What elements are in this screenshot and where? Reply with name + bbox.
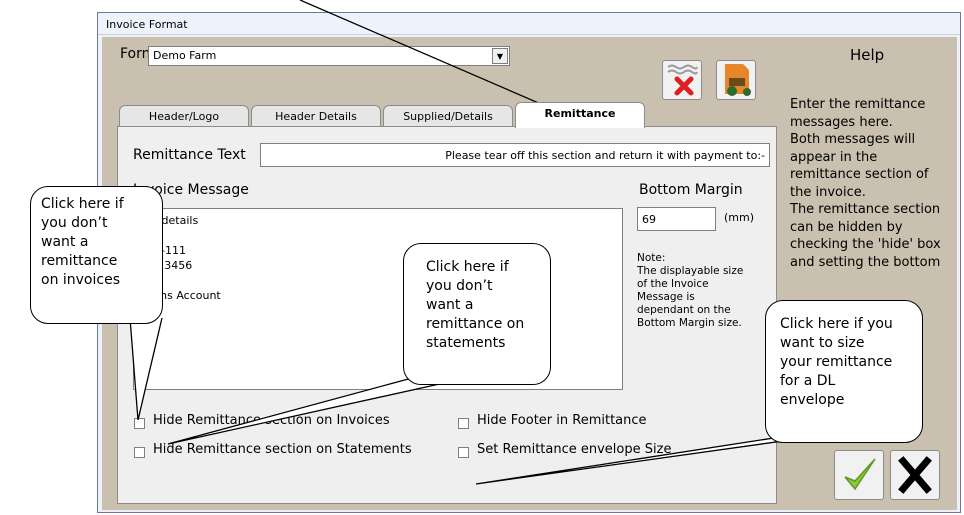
checkmark-icon [844,458,876,491]
hide-remittance-invoices-checkbox[interactable] [134,418,145,429]
help-line: appear in the [790,149,878,165]
hide-footer-remittance-checkbox[interactable] [458,418,469,429]
note-line: dependant on the [637,304,731,316]
callout-line: remittance on [426,316,525,332]
callout-hide-statements: Click here if you don’t want a remittanc… [403,243,551,385]
callout-line: want a [41,234,89,250]
note-line: of the Invoice [637,278,709,290]
hide-footer-remittance-label[interactable]: Hide Footer in Remittance [477,413,647,428]
callout-hide-invoices: Click here if you don’t want a remittanc… [30,186,163,324]
window-title: Invoice Format [98,13,960,35]
help-title: Help [850,46,885,64]
bottom-margin-input[interactable]: 69 [637,207,716,231]
note-line: Message is [637,291,695,303]
note-line: Bottom Margin size. [637,317,742,329]
set-envelope-size-label[interactable]: Set Remittance envelope Size [477,442,671,457]
format-name-value: Demo Farm [153,49,217,62]
note-text: Note: The displayable size of the Invoic… [637,252,743,330]
chevron-down-icon[interactable]: ▼ [492,48,508,64]
callout-line: want a [426,297,474,313]
tractor-doc-icon [725,64,751,96]
message-line: ent details [140,214,199,227]
close-button[interactable] [890,450,940,500]
tab-remittance[interactable]: Remittance [515,102,645,128]
note-line: Note: [637,252,666,264]
bottom-margin-unit: (mm) [724,211,755,224]
callout-line: you don’t [41,215,108,231]
tab-header-details[interactable]: Header Details [251,105,381,127]
hide-remittance-statements-checkbox[interactable] [134,447,145,458]
help-line: can be hidden by [790,219,903,235]
help-line: Both messages will [790,132,916,147]
cancel-doc-icon [667,64,698,96]
tab-header-logo[interactable]: Header/Logo [119,105,249,127]
set-envelope-size-checkbox[interactable] [458,447,469,458]
help-line: the invoice. [790,184,866,200]
callout-line: your remittance [780,354,893,370]
callout-line: you don’t [426,278,493,294]
message-line [140,228,616,243]
help-line: The remittance section [790,202,941,217]
callout-line: envelope [780,392,845,408]
cancel-format-button[interactable] [662,60,702,100]
callout-line: statements [426,335,506,351]
bottom-margin-label: Bottom Margin [639,182,743,198]
callout-line: on invoices [41,272,120,288]
help-line: messages here. [790,114,893,130]
close-x-icon [898,456,932,494]
hide-remittance-statements-label[interactable]: Hide Remittance section on Statements [153,442,412,457]
help-line: and setting the bottom [790,254,941,270]
callout-line: Click here if [41,196,124,212]
help-line: Enter the remittance [790,97,926,112]
callout-line: remittance [41,253,118,269]
help-text: Enter the remittance messages here. Both… [790,96,941,271]
callout-line: Click here if [426,259,509,275]
remittance-text-input[interactable]: Please tear off this section and return … [260,143,770,167]
format-name-combo[interactable]: Demo Farm ▼ [148,46,510,66]
tab-supplied-details[interactable]: Supplied/Details [383,105,513,127]
help-line: remittance section of [790,167,929,182]
ok-button[interactable] [834,450,884,500]
callout-line: for a DL [780,373,836,389]
callout-line: Click here if you [780,316,893,332]
callout-envelope-size: Click here if you want to size your remi… [765,300,923,443]
hide-remittance-invoices-label[interactable]: Hide Remittance section on Invoices [153,413,390,428]
help-line: checking the 'hide' box [790,237,941,252]
note-line: The displayable size [637,265,744,277]
remittance-text-label: Remittance Text [133,147,246,163]
callout-line: want to size [780,335,865,351]
tractor-doc-button[interactable] [716,60,756,100]
